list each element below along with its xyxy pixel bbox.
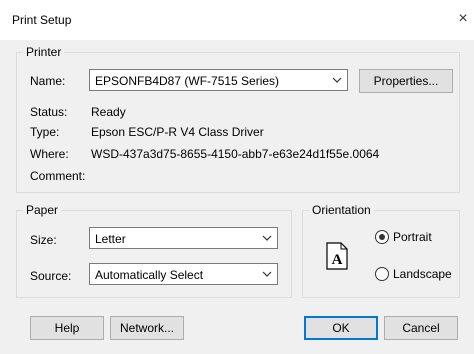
portrait-label[interactable]: Portrait — [393, 230, 432, 244]
orientation-group-legend: Orientation — [309, 203, 374, 217]
printer-name-value: EPSONFB4D87 (WF-7515 Series) — [95, 74, 280, 88]
paper-source-value: Automatically Select — [95, 268, 204, 282]
comment-label: Comment: — [30, 169, 86, 183]
ok-button[interactable]: OK — [304, 316, 378, 340]
chevron-down-icon — [332, 77, 342, 83]
portrait-radio[interactable] — [375, 230, 389, 244]
chevron-down-icon — [262, 235, 272, 241]
where-value: WSD-437a3d75-8655-4150-abb7-e63e24d1f55e… — [91, 147, 380, 161]
type-label: Type: — [30, 125, 60, 139]
type-value: Epson ESC/P-R V4 Class Driver — [91, 125, 264, 139]
dialog-body: Printer Name: EPSONFB4D87 (WF-7515 Serie… — [0, 40, 474, 354]
help-button[interactable]: Help — [30, 316, 104, 340]
close-icon[interactable]: × — [452, 8, 474, 30]
status-label: Status: — [30, 105, 68, 119]
paper-size-select[interactable]: Letter — [89, 227, 278, 249]
page-icon-letter: A — [332, 252, 343, 268]
printer-group-legend: Printer — [23, 45, 65, 59]
source-label: Source: — [30, 269, 72, 283]
paper-size-value: Letter — [95, 232, 126, 246]
radio-selected-dot — [379, 234, 385, 240]
properties-button[interactable]: Properties... — [359, 69, 453, 93]
title-bar: Print Setup × — [0, 0, 474, 40]
printer-name-select[interactable]: EPSONFB4D87 (WF-7515 Series) — [89, 69, 348, 91]
where-label: Where: — [30, 147, 69, 161]
window-title: Print Setup — [12, 13, 72, 27]
cancel-button[interactable]: Cancel — [384, 316, 458, 340]
landscape-label[interactable]: Landscape — [393, 267, 452, 281]
network-button[interactable]: Network... — [110, 316, 184, 340]
status-value: Ready — [91, 105, 126, 119]
paper-group-legend: Paper — [23, 203, 62, 217]
paper-source-select[interactable]: Automatically Select — [89, 263, 278, 285]
name-label: Name: — [30, 74, 66, 88]
landscape-radio[interactable] — [375, 267, 389, 281]
chevron-down-icon — [262, 271, 272, 277]
size-label: Size: — [30, 233, 57, 247]
page-icon: A — [326, 242, 348, 270]
